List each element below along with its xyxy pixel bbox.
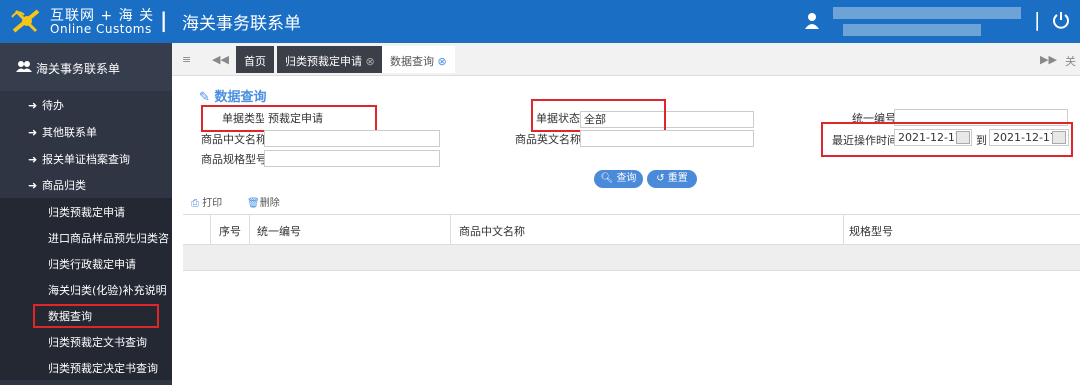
user-info-blurred xyxy=(833,7,1021,19)
sidebar-item-classification[interactable]: ➜ 商品归类 xyxy=(28,177,86,193)
trash-icon: 🗑︎ xyxy=(247,198,260,209)
results-table: 序号 统一编号 商品中文名称 规格型号 xyxy=(183,214,1080,271)
en-name-input[interactable] xyxy=(580,130,754,147)
print-button[interactable]: ⎙ 打印 xyxy=(191,194,222,209)
cn-name-label: 商品中文名称 xyxy=(201,133,267,146)
column-divider xyxy=(450,215,451,245)
tab-pre-ruling[interactable]: 归类预裁定申请 ⊗ xyxy=(277,46,383,73)
tab-home[interactable]: 首页 xyxy=(236,46,274,73)
en-name-label: 商品英文名称 xyxy=(515,133,581,146)
login-arrow-icon: ➜ xyxy=(28,153,38,166)
column-header-spec[interactable]: 规格型号 xyxy=(849,223,893,239)
column-header-cn-name[interactable]: 商品中文名称 xyxy=(459,223,525,239)
power-icon[interactable] xyxy=(1052,11,1070,29)
column-divider xyxy=(843,215,844,245)
sidebar-subitem[interactable]: 归类行政裁定申请 xyxy=(0,250,172,276)
user-icon[interactable] xyxy=(805,12,819,30)
column-divider xyxy=(210,215,211,245)
scroll-right-icon[interactable]: ▶▶ xyxy=(1040,53,1057,66)
highlight-box xyxy=(531,99,666,132)
top-bar: 互联网 + 海 关 Online Customs | 海关事务联系单 | xyxy=(0,0,1080,43)
close-icon[interactable]: ⊗ xyxy=(366,55,375,68)
spec-label: 商品规格型号 xyxy=(201,153,267,166)
table-header: 序号 统一编号 商品中文名称 规格型号 xyxy=(183,215,1080,245)
column-header-unified-no[interactable]: 统一编号 xyxy=(257,223,301,239)
cn-name-input[interactable] xyxy=(264,130,440,147)
sidebar-item-other[interactable]: ➜ 其他联系单 xyxy=(28,124,97,140)
users-icon xyxy=(16,61,32,72)
search-icon: 🔍︎ xyxy=(600,173,614,184)
close-icon[interactable]: ⊗ xyxy=(438,55,447,68)
header-divider: | xyxy=(1034,9,1041,31)
login-arrow-icon: ➜ xyxy=(28,99,38,112)
reset-button[interactable]: ↺ 重置 xyxy=(647,170,697,188)
sidebar-header: 海关事务联系单 xyxy=(0,43,172,91)
reset-icon: ↺ xyxy=(656,173,665,184)
highlight-box xyxy=(821,122,1073,157)
sidebar: 海关事务联系单 ➜ 待办 ➜ 其他联系单 ➜ 报关单证档案查询 ➜ 商品归类 归类预裁定… xyxy=(0,43,172,385)
sidebar-subitem[interactable]: 海关归类(化验)补充说明 xyxy=(0,276,172,302)
tab-bar: ≡ ◀◀ 首页 归类预裁定申请 ⊗ 数据查询 ⊗ ▶▶ 关 xyxy=(172,43,1080,76)
highlight-box xyxy=(33,304,159,328)
login-arrow-icon: ➜ xyxy=(28,126,38,139)
delete-button[interactable]: 🗑︎删除 xyxy=(247,194,280,209)
close-tabs-label[interactable]: 关 xyxy=(1065,53,1076,69)
menu-icon[interactable]: ≡ xyxy=(182,53,191,66)
app-title: 海关事务联系单 xyxy=(182,14,301,34)
customs-logo-icon xyxy=(11,9,40,33)
sidebar-subitem[interactable]: 进口商品样品预先归类咨 xyxy=(0,224,172,250)
sidebar-item-todo[interactable]: ➜ 待办 xyxy=(28,97,64,113)
column-header-index[interactable]: 序号 xyxy=(219,223,241,239)
highlight-box xyxy=(201,105,377,132)
column-divider xyxy=(249,215,250,245)
sidebar-subitem[interactable]: 归类预裁定文书查询 xyxy=(0,328,172,354)
sidebar-item-archive[interactable]: ➜ 报关单证档案查询 xyxy=(28,151,130,167)
printer-icon: ⎙ xyxy=(191,198,199,209)
login-arrow-icon: ➜ xyxy=(28,179,38,192)
search-button[interactable]: 🔍︎ 查询 xyxy=(594,170,643,188)
user-org-blurred xyxy=(843,24,981,36)
page-title: ✎ 数据查询 xyxy=(199,90,267,105)
title-separator: | xyxy=(160,8,168,32)
sidebar-subitem[interactable]: 归类预裁定决定书查询 xyxy=(0,354,172,380)
tab-data-query[interactable]: 数据查询 ⊗ xyxy=(382,46,455,73)
table-row xyxy=(183,245,1080,271)
edit-icon: ✎ xyxy=(199,90,210,105)
scroll-left-icon[interactable]: ◀◀ xyxy=(212,53,229,66)
spec-input[interactable] xyxy=(264,150,440,167)
brand-en: Online Customs xyxy=(50,22,152,36)
sidebar-title: 海关事务联系单 xyxy=(36,62,121,76)
sidebar-subitem[interactable]: 归类预裁定申请 xyxy=(0,198,172,224)
